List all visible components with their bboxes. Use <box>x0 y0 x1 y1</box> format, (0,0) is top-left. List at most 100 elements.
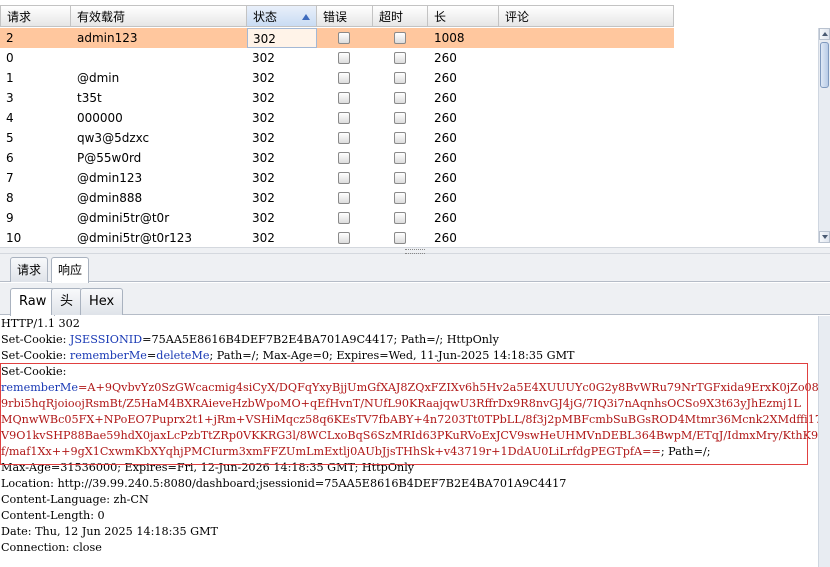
cell-length: 260 <box>434 111 457 125</box>
cell-status: 302 <box>252 171 275 185</box>
cell-payload: P@55w0rd <box>77 151 142 165</box>
table-vertical-scrollbar[interactable] <box>818 28 830 243</box>
cell-status: 302 <box>252 91 275 105</box>
error-checkbox[interactable] <box>338 72 350 84</box>
cookie-value: deleteMe <box>156 349 210 362</box>
error-checkbox[interactable] <box>338 152 350 164</box>
cell-status: 302 <box>252 131 275 145</box>
timeout-checkbox[interactable] <box>394 172 406 184</box>
cell-request: 10 <box>6 231 22 245</box>
error-checkbox[interactable] <box>338 172 350 184</box>
tab-hex[interactable]: Hex <box>80 288 124 315</box>
error-checkbox[interactable] <box>338 132 350 144</box>
header-line: Content-Length: 0 <box>1 509 105 522</box>
column-header-timeout[interactable]: 超时 <box>373 5 428 27</box>
tab-request[interactable]: 请求 <box>10 257 49 282</box>
tab-headers[interactable]: 头 <box>51 288 83 315</box>
column-header-status[interactable]: 状态 <box>247 5 317 27</box>
cell-status: 302 <box>252 211 275 225</box>
cookie-name: rememberMe <box>69 349 147 362</box>
cell-status: 302 <box>252 71 275 85</box>
cell-request: 7 <box>6 171 14 185</box>
cell-length: 1008 <box>434 31 465 45</box>
error-checkbox[interactable] <box>338 32 350 44</box>
cell-payload <box>77 48 245 68</box>
status-line: HTTP/1.1 302 <box>1 317 80 330</box>
timeout-checkbox[interactable] <box>394 192 406 204</box>
cell-payload: @dmini5tr@t0r <box>77 211 170 225</box>
table-row[interactable]: 1 @dmin 302 260 <box>0 68 674 88</box>
timeout-checkbox[interactable] <box>394 212 406 224</box>
tab-raw[interactable]: Raw <box>10 288 56 316</box>
cell-payload: qw3@5dzxc <box>77 131 150 145</box>
header-value: =75AA5E8616B4DEF7B2E4BA701A9C4417; Path=… <box>142 333 499 346</box>
header-line: Location: http://39.99.240.5:8080/dashbo… <box>1 477 567 490</box>
error-checkbox[interactable] <box>338 212 350 224</box>
equals-sign: = <box>146 349 157 362</box>
cell-status: 302 <box>252 191 275 205</box>
table-row[interactable]: 0 302 260 <box>0 48 674 68</box>
error-checkbox[interactable] <box>338 52 350 64</box>
scrollbar-thumb[interactable] <box>820 42 829 88</box>
timeout-checkbox[interactable] <box>394 52 406 64</box>
table-row[interactable]: 6 P@55w0rd 302 260 <box>0 148 674 168</box>
timeout-checkbox[interactable] <box>394 112 406 124</box>
error-checkbox[interactable] <box>338 112 350 124</box>
response-vertical-scrollbar[interactable] <box>818 316 830 567</box>
cell-length: 260 <box>434 71 457 85</box>
results-table: 请求 有效载荷 状态 错误 超时 长 评论 2 admin123 302 1008 0 3… <box>0 0 830 247</box>
table-header: 请求 有效载荷 状态 错误 超时 长 评论 <box>0 5 674 28</box>
header-line: Set-Cookie: JSESSIONID=75AA5E8616B4DEF7B… <box>1 332 499 348</box>
table-row[interactable]: 7 @dmin123 302 260 <box>0 168 674 188</box>
timeout-checkbox[interactable] <box>394 152 406 164</box>
table-row[interactable]: 4 000000 302 260 <box>0 108 674 128</box>
column-header-length[interactable]: 长 <box>428 5 499 27</box>
cell-length: 260 <box>434 91 457 105</box>
cell-length: 260 <box>434 191 457 205</box>
error-checkbox[interactable] <box>338 232 350 244</box>
cell-request: 5 <box>6 131 14 145</box>
table-row[interactable]: 10 @dmini5tr@t0r123 302 260 <box>0 228 674 247</box>
cell-payload: @dmin123 <box>77 171 143 185</box>
cell-length: 260 <box>434 151 457 165</box>
cell-status: 302 <box>252 51 275 65</box>
column-header-error[interactable]: 错误 <box>317 5 373 27</box>
table-row[interactable]: 3 t35t 302 260 <box>0 88 674 108</box>
header-line: Set-Cookie: rememberMe=deleteMe; Path=/;… <box>1 348 575 364</box>
cell-status: 302 <box>252 231 275 245</box>
table-row[interactable]: 5 qw3@5dzxc 302 260 <box>0 128 674 148</box>
timeout-checkbox[interactable] <box>394 232 406 244</box>
scroll-down-button[interactable] <box>819 231 830 243</box>
timeout-checkbox[interactable] <box>394 132 406 144</box>
cell-request: 6 <box>6 151 14 165</box>
error-checkbox[interactable] <box>338 92 350 104</box>
scroll-up-button[interactable] <box>819 28 830 40</box>
cell-payload: admin123 <box>77 31 138 45</box>
pane-splitter[interactable] <box>0 247 830 254</box>
table-row[interactable]: 8 @dmin888 302 260 <box>0 188 674 208</box>
column-header-comment[interactable]: 评论 <box>499 5 674 27</box>
timeout-checkbox[interactable] <box>394 92 406 104</box>
cell-payload: 000000 <box>77 111 123 125</box>
cookie-name: JSESSIONID <box>69 333 143 346</box>
highlight-annotation-box <box>0 363 808 465</box>
header-value: ; Path=/; Max-Age=0; Expires=Wed, 11-Jun… <box>209 349 575 362</box>
column-header-label: 错误 <box>323 10 348 24</box>
tab-response[interactable]: 响应 <box>51 257 90 283</box>
table-row[interactable]: 9 @dmini5tr@t0r 302 260 <box>0 208 674 228</box>
header-key: Set-Cookie: <box>1 333 70 346</box>
column-header-payload[interactable]: 有效载荷 <box>71 5 247 27</box>
cell-length: 260 <box>434 131 457 145</box>
timeout-checkbox[interactable] <box>394 32 406 44</box>
cell-status: 302 <box>247 28 317 48</box>
view-tabs: Raw 头 Hex <box>0 283 830 316</box>
error-checkbox[interactable] <box>338 192 350 204</box>
timeout-checkbox[interactable] <box>394 72 406 84</box>
cell-length: 260 <box>434 51 457 65</box>
cell-request: 0 <box>6 51 14 65</box>
column-header-label: 评论 <box>505 10 530 24</box>
table-row[interactable]: 2 admin123 302 1008 <box>0 28 674 48</box>
column-header-request[interactable]: 请求 <box>0 5 71 27</box>
cell-status: 302 <box>252 111 275 125</box>
cell-payload: @dmini5tr@t0r123 <box>77 231 193 245</box>
